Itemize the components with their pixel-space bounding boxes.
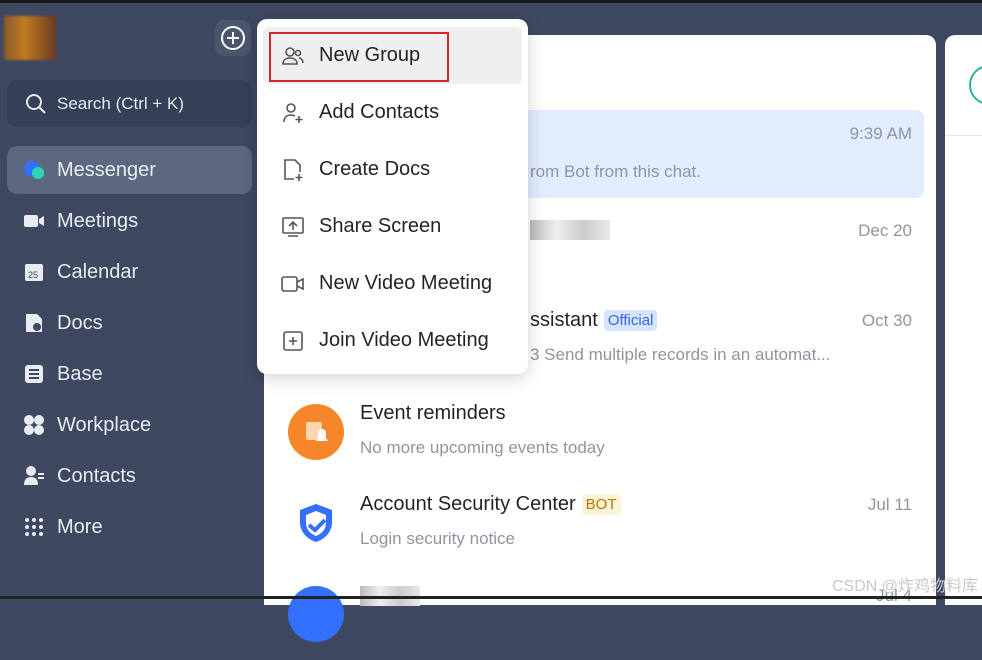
avatar[interactable] bbox=[4, 16, 56, 60]
workplace-icon bbox=[23, 414, 45, 436]
menu-item-label: New Video Meeting bbox=[319, 272, 493, 294]
chat-detail-panel bbox=[945, 35, 982, 605]
svg-text:25: 25 bbox=[28, 270, 38, 280]
menu-item-label: Join Video Meeting bbox=[319, 329, 489, 351]
chat-date: Jul 11 bbox=[867, 495, 912, 514]
shield-icon bbox=[288, 495, 344, 551]
add-contact-icon bbox=[283, 102, 303, 123]
event-reminder-icon bbox=[288, 404, 344, 460]
watermark: CSDN @炸鸡物料库 bbox=[831, 578, 978, 595]
sidebar-item-label: Messenger bbox=[57, 158, 156, 181]
menu-item-add-contacts[interactable]: Add Contacts bbox=[263, 84, 522, 141]
docs-icon bbox=[23, 312, 45, 334]
bot-badge: BOT bbox=[581, 494, 621, 515]
sidebar-item-label: Docs bbox=[57, 311, 103, 334]
official-badge: Official bbox=[603, 310, 658, 331]
divider bbox=[945, 135, 982, 136]
sidebar-item-contacts[interactable]: Contacts bbox=[7, 452, 252, 500]
menu-item-create-docs[interactable]: Create Docs bbox=[263, 141, 522, 198]
more-icon bbox=[23, 516, 45, 538]
chat-date: Oct 30 bbox=[861, 311, 912, 330]
sidebar-item-label: Meetings bbox=[57, 209, 139, 232]
menu-item-label: Share Screen bbox=[319, 215, 442, 237]
sidebar-nav: Messenger Meetings 25 Calendar Docs Base … bbox=[7, 146, 252, 554]
sidebar-item-docs[interactable]: Docs bbox=[7, 299, 252, 347]
sidebar-item-label: Workplace bbox=[57, 413, 152, 436]
chat-row[interactable]: Account Security Center BOT Login securit… bbox=[272, 481, 924, 569]
chat-row[interactable]: Event reminders No more upcoming events … bbox=[272, 390, 924, 478]
chat-preview: No more upcoming events today bbox=[360, 438, 605, 457]
chat-preview: Login security notice bbox=[360, 529, 515, 548]
chat-row[interactable]: Jul 4 bbox=[272, 572, 924, 660]
menu-item-new-group[interactable]: New Group bbox=[263, 27, 522, 84]
video-icon bbox=[281, 275, 304, 292]
chat-title: Event reminders bbox=[360, 402, 506, 424]
menu-item-label: Add Contacts bbox=[319, 101, 440, 123]
share-screen-icon bbox=[282, 216, 304, 237]
sidebar-item-meetings[interactable]: Meetings bbox=[7, 197, 252, 245]
messenger-icon bbox=[23, 159, 45, 181]
search-icon bbox=[26, 93, 46, 114]
group-icon bbox=[282, 46, 304, 65]
join-icon bbox=[283, 330, 303, 351]
sidebar-item-more[interactable]: More bbox=[7, 503, 252, 551]
search-input[interactable]: Search (Ctrl + K) bbox=[7, 80, 252, 127]
blurred-name bbox=[530, 220, 610, 240]
plus-circle-icon bbox=[221, 26, 245, 50]
chat-title: Account Security Center bbox=[360, 493, 576, 515]
sidebar-item-label: Contacts bbox=[57, 464, 136, 487]
top-strip bbox=[0, 0, 982, 3]
chat-avatar bbox=[288, 586, 344, 642]
create-doc-icon bbox=[284, 158, 303, 181]
avatar bbox=[969, 65, 982, 105]
menu-item-label: New Group bbox=[319, 44, 421, 66]
chat-preview: 3 Send multiple records in an automat... bbox=[530, 345, 831, 364]
menu-item-new-video-meeting[interactable]: New Video Meeting bbox=[263, 255, 522, 312]
chat-date: 9:39 AM bbox=[849, 124, 912, 143]
sidebar-item-calendar[interactable]: 25 Calendar bbox=[7, 248, 252, 296]
sidebar-item-label: Base bbox=[57, 362, 103, 385]
sidebar-item-base[interactable]: Base bbox=[7, 350, 252, 398]
contacts-icon bbox=[23, 465, 45, 487]
video-icon bbox=[23, 210, 45, 232]
menu-item-share-screen[interactable]: Share Screen bbox=[263, 198, 522, 255]
search-placeholder: Search (Ctrl + K) bbox=[57, 93, 185, 113]
create-menu: New Group Add Contacts Create Docs Share… bbox=[257, 19, 528, 374]
menu-item-join-video-meeting[interactable]: Join Video Meeting bbox=[263, 312, 522, 369]
sidebar-item-messenger[interactable]: Messenger bbox=[7, 146, 252, 194]
create-button[interactable] bbox=[215, 20, 251, 56]
sidebar-item-workplace[interactable]: Workplace bbox=[7, 401, 252, 449]
chat-date: Dec 20 bbox=[858, 221, 912, 240]
chat-title: ssistant bbox=[530, 309, 598, 331]
sidebar-item-label: More bbox=[57, 515, 103, 538]
calendar-icon: 25 bbox=[23, 261, 45, 283]
sidebar-item-label: Calendar bbox=[57, 260, 139, 283]
base-icon bbox=[23, 363, 45, 385]
chat-preview: rom Bot from this chat. bbox=[530, 162, 701, 181]
menu-item-label: Create Docs bbox=[319, 158, 431, 180]
